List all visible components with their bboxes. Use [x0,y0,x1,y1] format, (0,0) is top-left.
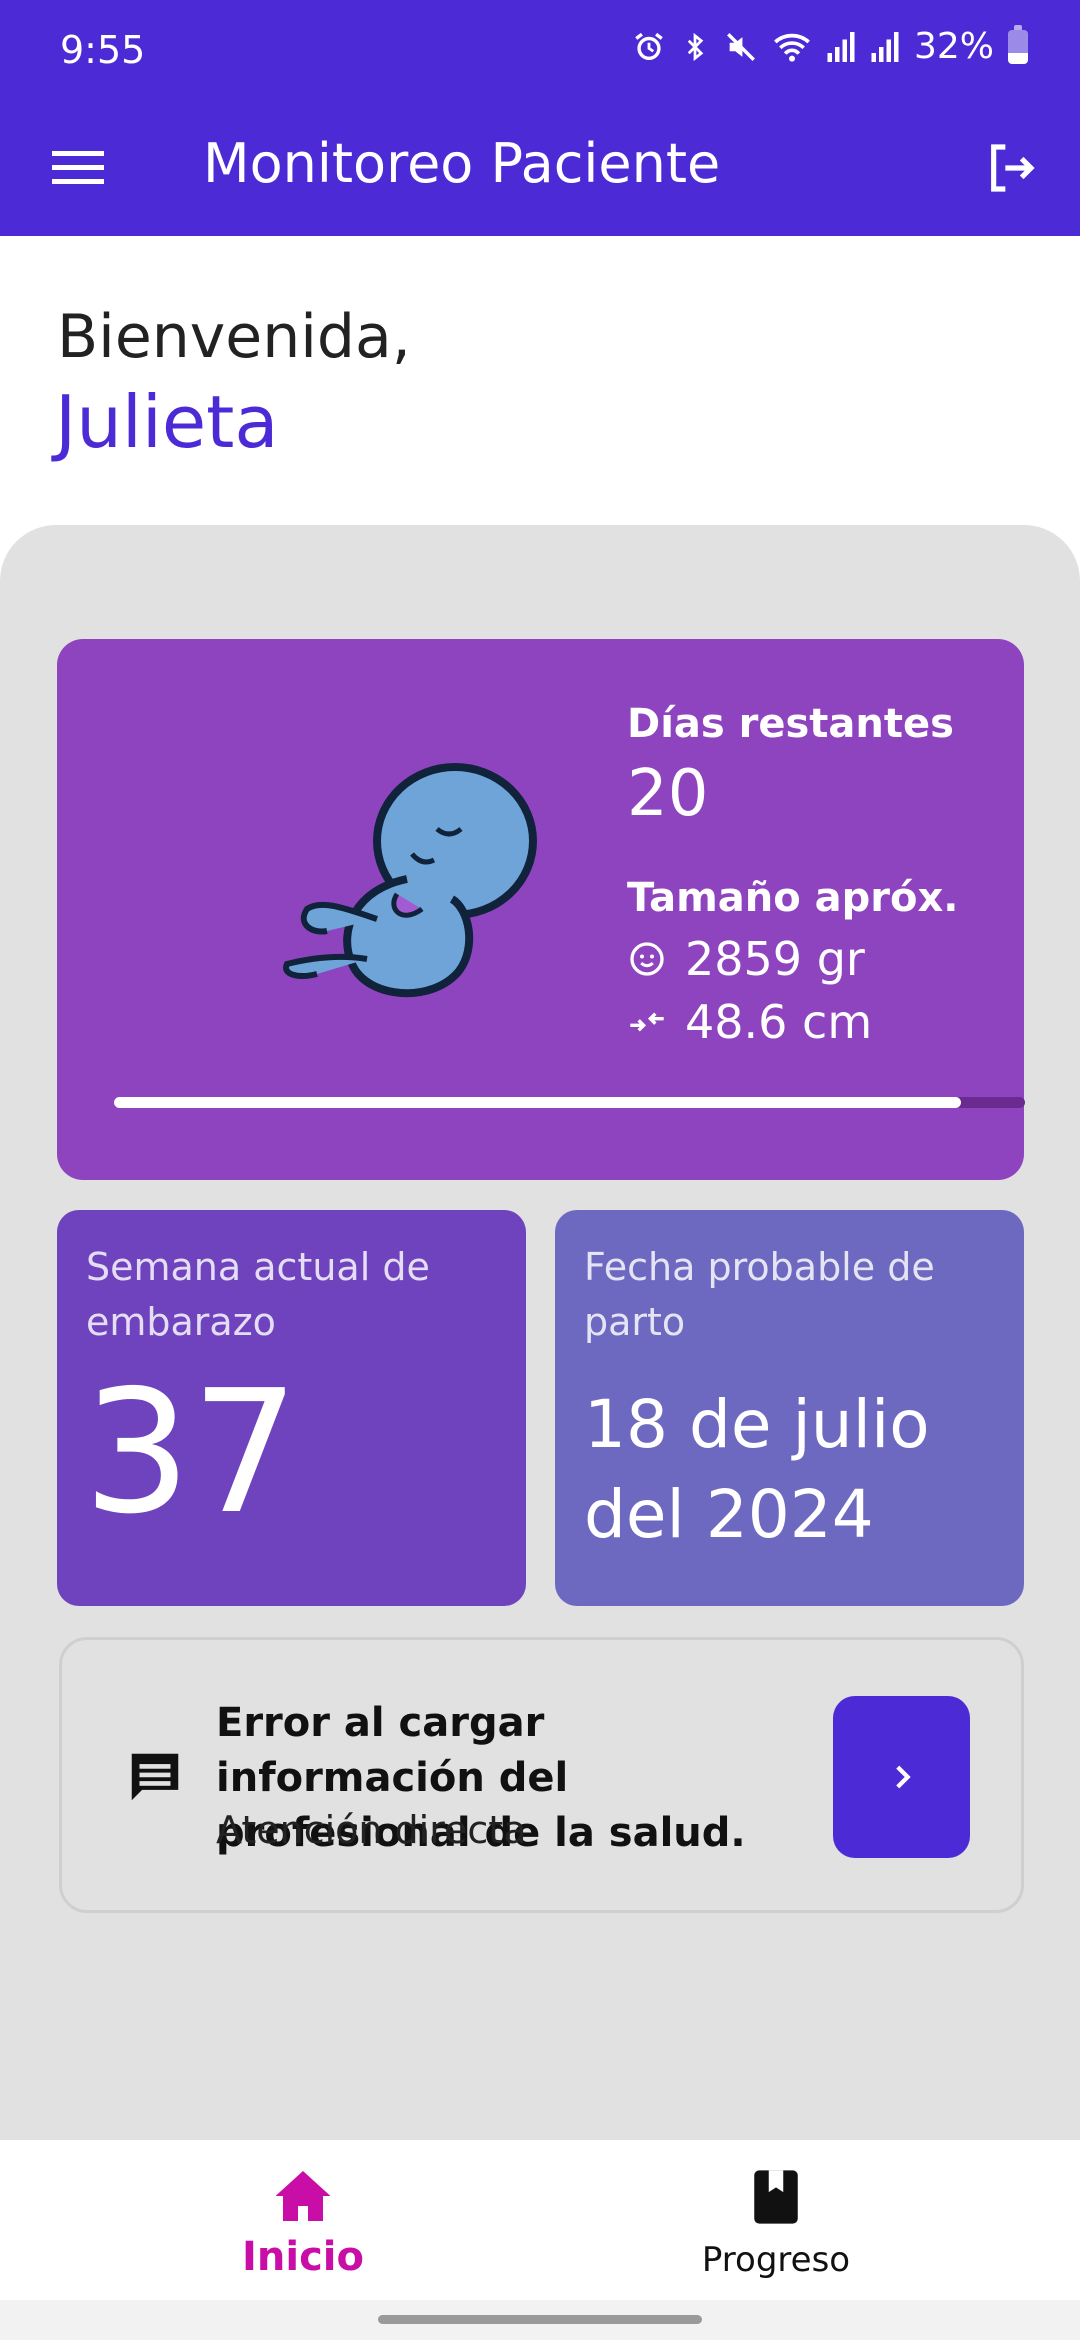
weight-value: 2859 gr [685,932,865,986]
app-title: Monitoreo Paciente [203,132,721,195]
menu-icon [52,151,104,184]
status-time: 9:55 [60,28,146,72]
weight-row: 2859 gr [627,932,865,986]
alarm-icon [632,30,666,64]
status-icons: 32% [632,24,1028,67]
length-value: 48.6 cm [685,995,873,1049]
fetus-illustration [283,763,537,998]
status-bar: 9:55 32% [0,0,1080,100]
battery-percent: 32% [913,26,994,67]
signal-icon [870,30,900,64]
pregnancy-summary-card[interactable]: Días restantes 20 Tamaño apróx. 2859 gr … [57,639,1025,1180]
bottom-navigation: Inicio Progreso [0,2140,1080,2300]
gesture-handle[interactable] [378,2315,702,2324]
chevron-right-icon [895,1765,911,1789]
pregnancy-progress-bar [114,1097,1025,1108]
current-week-card[interactable]: Semana actual de embarazo 37 [57,1210,526,1606]
approx-size-label: Tamaño apróx. [627,875,959,921]
professional-subtitle: Atención directa [216,1808,527,1852]
length-arrows-icon [630,1012,664,1032]
professional-open-button[interactable] [833,1696,970,1858]
days-remaining-value: 20 [627,757,709,831]
due-date-value: 18 de julio del 2024 [584,1386,930,1553]
due-date-label: Fecha probable de parto [584,1245,935,1344]
pregnancy-progress-fill [114,1097,962,1108]
message-icon [131,1753,179,1801]
logout-icon [991,144,1035,192]
current-week-value: 37 [83,1354,300,1552]
menu-button[interactable] [40,134,116,202]
home-icon [275,2171,331,2221]
days-remaining-label: Días restantes [627,701,954,747]
length-row: 48.6 cm [627,995,872,1049]
logout-button[interactable] [970,130,1050,206]
nav-item-progreso[interactable]: Progreso [646,2168,906,2280]
wifi-icon [772,30,812,64]
signal-icon [826,30,856,64]
welcome-text: Bienvenida, [57,302,411,372]
health-professional-card[interactable]: Error al cargar información del profesio… [59,1637,1024,1913]
nav-item-inicio[interactable]: Inicio [173,2168,433,2280]
battery-icon [1008,24,1028,64]
current-week-label: Semana actual de embarazo [86,1245,430,1344]
baby-face-icon [630,942,664,976]
due-date-card[interactable]: Fecha probable de parto 18 de julio del … [555,1210,1024,1606]
user-name: Julieta [55,380,279,464]
app-bar: Monitoreo Paciente [0,100,1080,236]
book-icon [754,2170,798,2224]
gesture-area [0,2300,1080,2340]
mute-icon [724,30,758,64]
nav-label-progreso: Progreso [701,2240,851,2280]
nav-label-inicio: Inicio [242,2234,364,2280]
bluetooth-icon [680,30,710,64]
